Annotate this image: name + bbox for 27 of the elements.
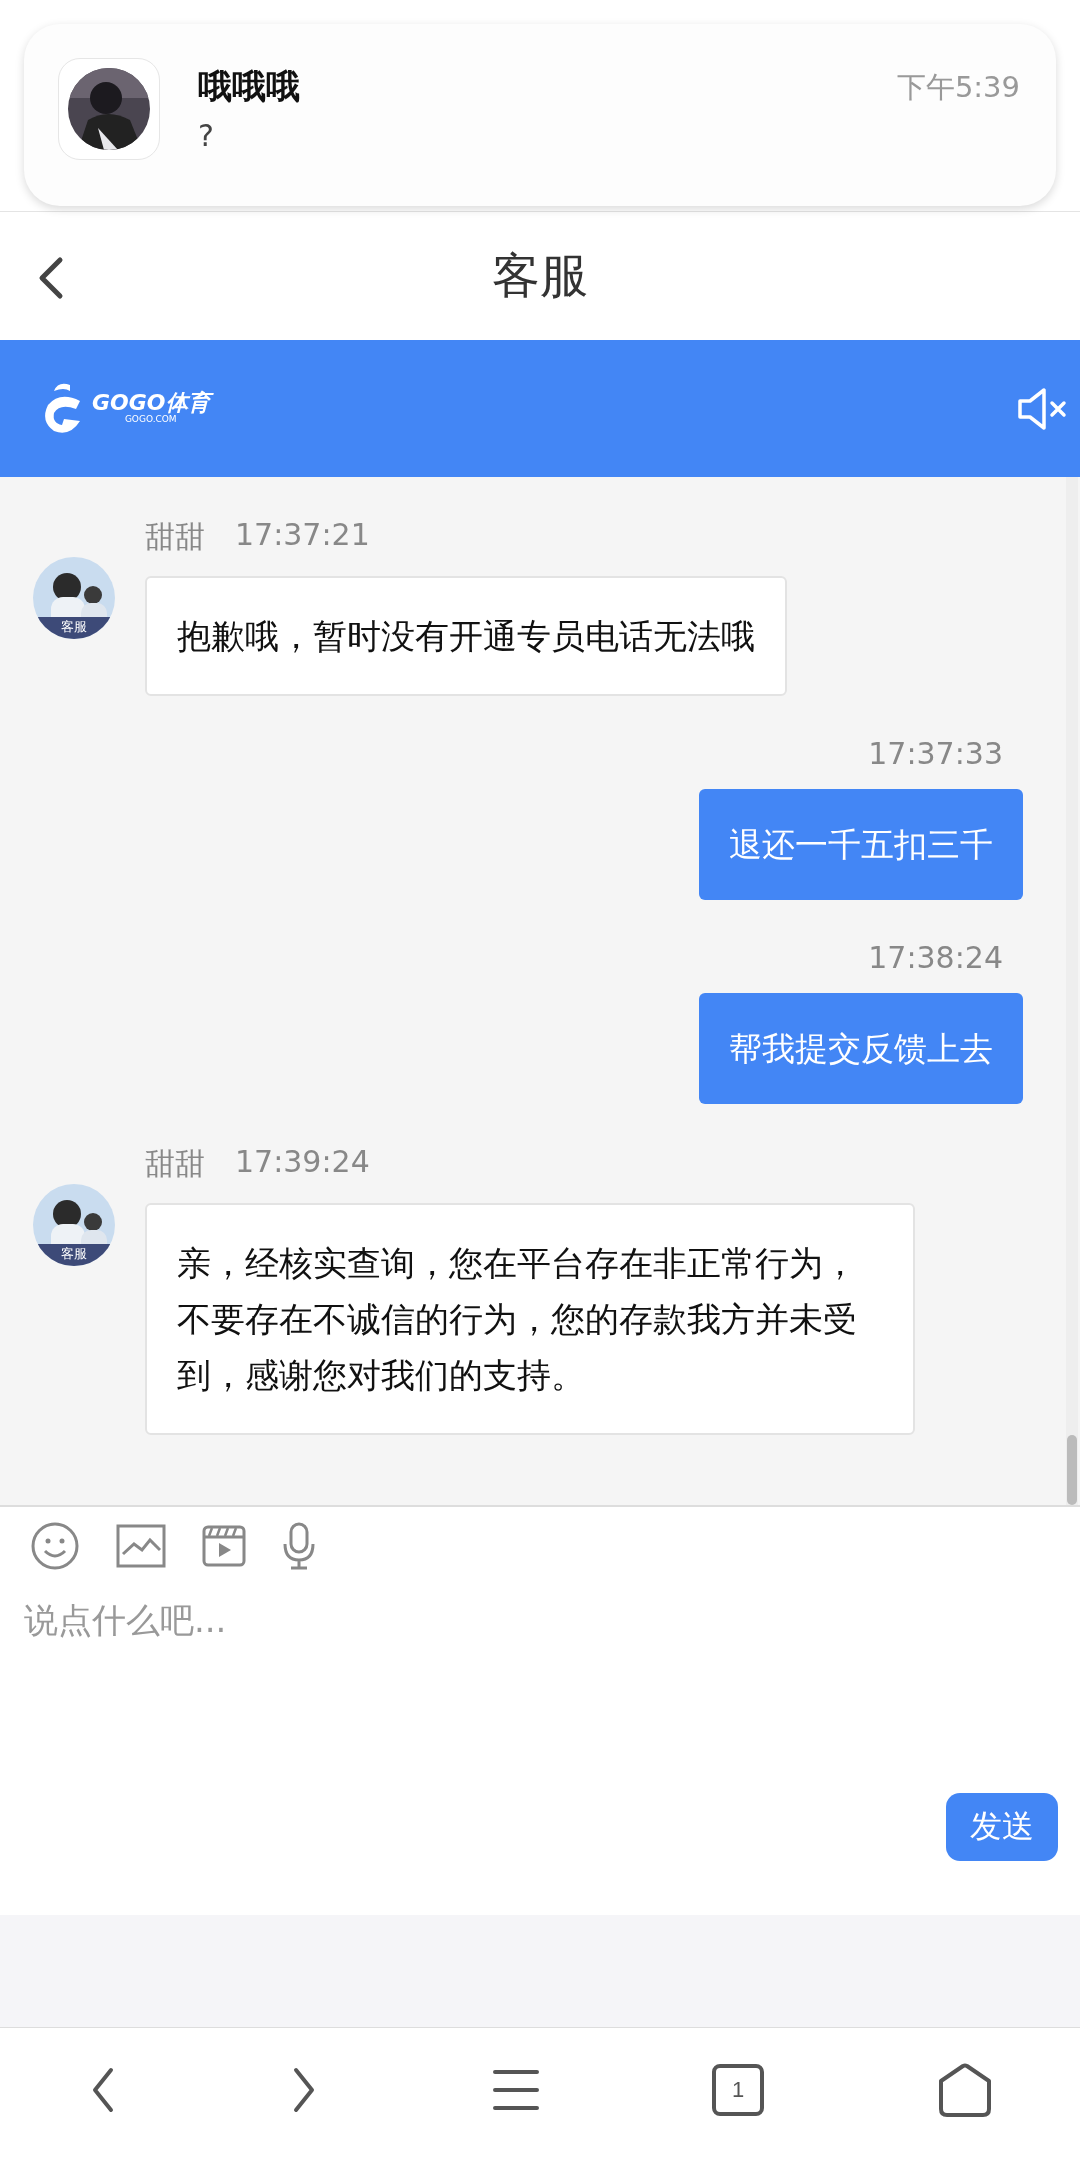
microphone-icon[interactable] <box>282 1522 316 1570</box>
notification-message: ? <box>198 118 215 153</box>
message-time: 17:37:33 <box>868 736 1004 771</box>
message-time: 17:39:24 <box>235 1144 370 1181</box>
smiley-icon[interactable] <box>30 1521 80 1571</box>
message-bubble: 帮我提交反馈上去 <box>699 993 1023 1104</box>
page-title: 客服 <box>492 246 588 305</box>
scrollbar-thumb[interactable] <box>1067 1435 1077 1505</box>
sender-name: 甜甜 <box>145 1145 205 1183</box>
tabs-button[interactable]: 1 <box>712 2064 765 2116</box>
notification-time: 下午5:39 <box>896 69 1020 106</box>
sender-name: 甜甜 <box>145 518 205 556</box>
message-time: 17:38:24 <box>868 940 1004 975</box>
logo-domain: GOGO.COM <box>124 414 177 425</box>
message-time: 17:37:21 <box>235 517 370 554</box>
send-button[interactable]: 发送 <box>946 1793 1058 1861</box>
video-icon[interactable] <box>202 1525 246 1567</box>
mute-icon[interactable] <box>1016 386 1068 431</box>
message-bubble: 退还一千五扣三千 <box>699 789 1023 900</box>
message-bubble: 抱歉哦，暂时没有开通专员电话无法哦 <box>145 576 787 696</box>
message-input[interactable]: 说点什么吧... <box>22 1599 926 1641</box>
notification-sender: 哦哦哦 <box>198 65 301 108</box>
notification-card[interactable]: 哦哦哦 ? 下午5:39 <box>24 24 1056 206</box>
menu-icon[interactable] <box>492 2068 539 2112</box>
home-icon[interactable] <box>937 2063 994 2117</box>
message-bubble: 亲，经核实查询，您在平台存在非正常行为，不要存在不诚信的行为，您的存款我方并未受到，感谢您对我们的支持。 <box>145 1203 915 1435</box>
image-icon[interactable] <box>116 1524 166 1568</box>
